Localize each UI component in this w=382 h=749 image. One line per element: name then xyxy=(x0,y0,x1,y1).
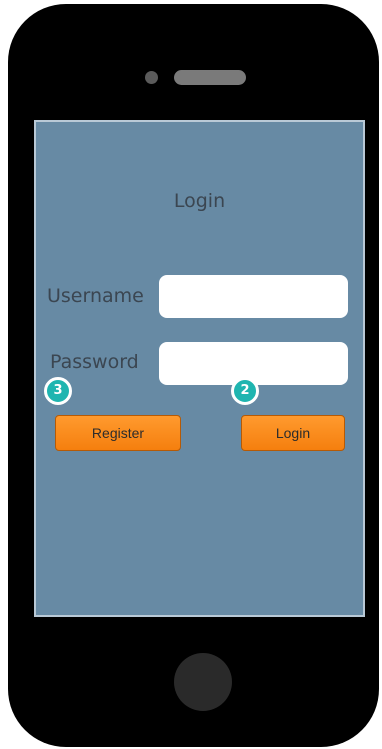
annotation-badge-login: 2 xyxy=(231,377,259,405)
earpiece-speaker xyxy=(174,70,246,85)
username-input[interactable] xyxy=(159,275,348,318)
annotation-badge-register: 3 xyxy=(44,377,72,405)
phone-frame: Login Username Password Register Login 3… xyxy=(8,4,379,747)
page-title: Login xyxy=(36,190,363,212)
password-label: Password xyxy=(50,351,139,373)
home-button[interactable] xyxy=(174,653,232,711)
front-camera xyxy=(145,71,158,84)
username-label: Username xyxy=(47,285,144,307)
register-button[interactable]: Register xyxy=(55,415,181,451)
password-input[interactable] xyxy=(159,342,348,385)
page-title-text: Login xyxy=(173,190,226,212)
login-screen: Login Username Password Register Login 3… xyxy=(34,120,365,617)
login-button[interactable]: Login xyxy=(241,415,345,451)
